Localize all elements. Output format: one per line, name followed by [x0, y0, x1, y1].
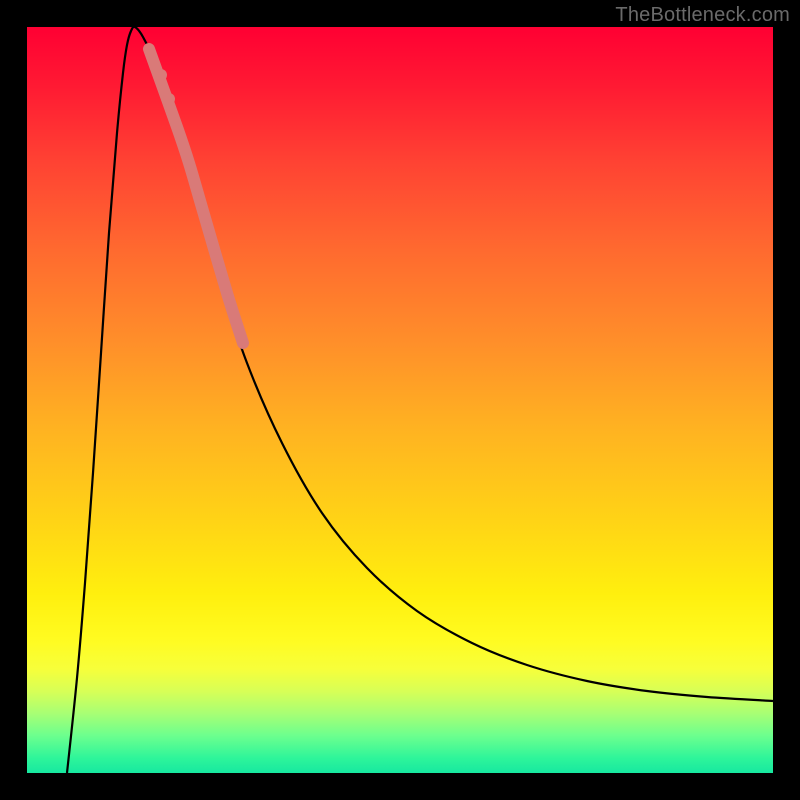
chart-frame: TheBottleneck.com: [0, 0, 800, 800]
highlight-dot: [163, 93, 175, 105]
watermark-text: TheBottleneck.com: [615, 4, 790, 27]
main-curve-path: [67, 27, 773, 773]
plot-area: [27, 27, 773, 773]
highlight-segment-path: [149, 49, 243, 343]
highlight-dot: [155, 69, 167, 81]
curve-svg: [27, 27, 773, 773]
